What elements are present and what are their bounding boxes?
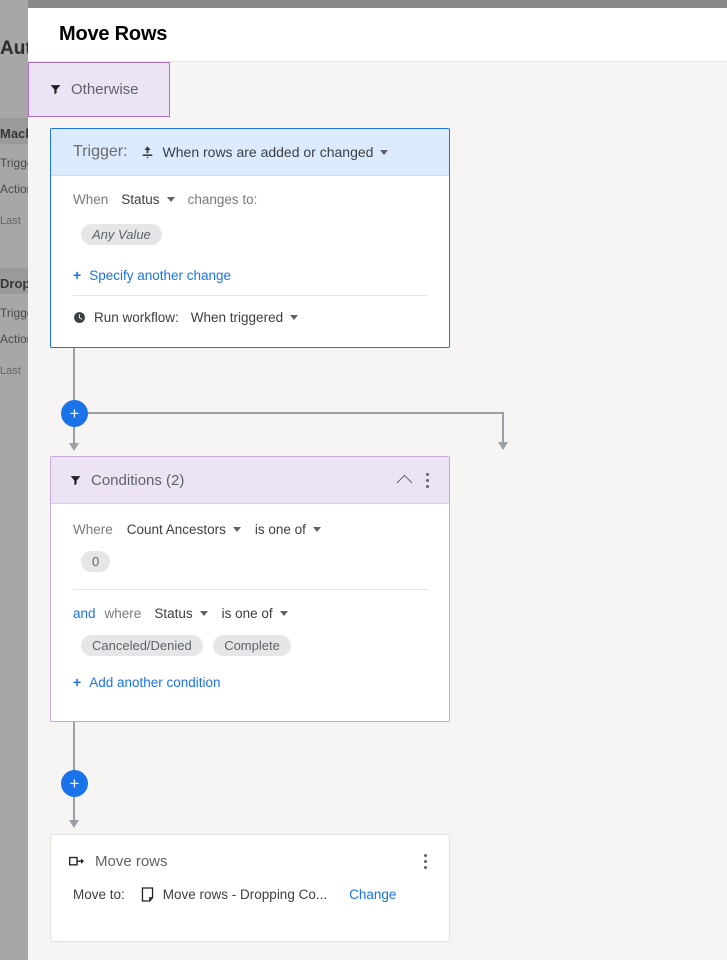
trigger-value-chip[interactable]: Any Value (81, 224, 162, 245)
conditions-card: Conditions (2) Where Count Ancestors is … (50, 456, 450, 722)
chevron-down-icon[interactable] (279, 611, 288, 616)
move-rows-title-group: Move rows (69, 853, 168, 870)
workflow-canvas: Trigger: When rows are added or changed … (28, 62, 727, 960)
plus-icon: + (73, 267, 82, 283)
trigger-card-header: Trigger: When rows are added or changed (51, 129, 449, 176)
connector-action-stub (73, 797, 75, 822)
change-target-link[interactable]: Change (349, 887, 396, 902)
otherwise-card[interactable]: Otherwise (28, 62, 170, 117)
condition-1-field-select[interactable]: Count Ancestors (127, 522, 226, 537)
arrow-head-otherwise (498, 442, 508, 450)
conditions-divider (73, 589, 427, 590)
kebab-menu-icon[interactable] (426, 472, 429, 488)
condition-2-conjunction[interactable]: and (73, 606, 96, 621)
trigger-divider (73, 295, 427, 296)
condition-2-chip-0[interactable]: Canceled/Denied (81, 635, 203, 656)
filter-icon (69, 474, 82, 487)
chevron-down-icon[interactable] (199, 611, 208, 616)
connector-branch-horizontal (88, 412, 504, 414)
window-top-strip (28, 0, 727, 8)
trigger-field-select[interactable]: Status (121, 192, 159, 207)
specify-another-change-label: Specify another change (89, 267, 232, 283)
chevron-down-icon[interactable] (312, 527, 321, 532)
run-workflow-label: Run workflow: (94, 310, 179, 325)
move-rows-modal: Move Rows Trigger: When rows are added o… (28, 8, 727, 960)
condition-1-chip-0[interactable]: 0 (81, 551, 111, 572)
add-another-condition-label: Add another condition (89, 674, 221, 690)
trigger-card-body: When Status changes to: Any Value + Spec… (51, 176, 449, 341)
page-title: Move Rows (59, 23, 168, 45)
arrow-head-conditions (68, 443, 79, 451)
move-out-icon (69, 855, 85, 868)
plus-icon: + (73, 674, 82, 690)
add-step-glyph-2: + (69, 774, 80, 793)
move-rows-action-card: Move rows Move to: Move rows - Dropping … (50, 834, 450, 942)
condition-1-operator-select[interactable]: is one of (255, 522, 306, 537)
condition-2-prefix: where (104, 606, 142, 621)
conditions-header-actions (396, 472, 435, 490)
condition-1-prefix: Where (73, 522, 113, 537)
connector-branch-right-down (502, 412, 504, 444)
move-to-target: Move rows - Dropping Co... (162, 887, 328, 902)
chevron-down-icon[interactable] (290, 315, 299, 320)
specify-another-change-link[interactable]: + Specify another change (73, 267, 427, 283)
changes-to-label: changes to: (187, 192, 258, 207)
when-label: When (73, 192, 109, 207)
chevron-down-icon[interactable] (380, 149, 389, 155)
condition-2-field-select[interactable]: Status (154, 606, 192, 621)
page-icon (141, 887, 154, 902)
trigger-card: Trigger: When rows are added or changed … (50, 128, 450, 348)
move-rows-title: Move rows (95, 852, 168, 870)
conditions-card-header[interactable]: Conditions (2) (51, 457, 449, 504)
clock-icon (73, 311, 86, 324)
move-to-label: Move to: (73, 887, 125, 902)
otherwise-label: Otherwise (71, 81, 139, 98)
condition-2-operator-select[interactable]: is one of (222, 606, 273, 621)
add-step-glyph-1: + (69, 404, 80, 423)
modal-scrim-overlay[interactable] (0, 0, 28, 960)
arrow-head-action (68, 820, 79, 828)
chevron-down-icon[interactable] (232, 527, 241, 532)
move-rows-card-header: Move rows (51, 835, 449, 887)
kebab-menu-icon[interactable] (424, 853, 427, 869)
add-another-condition-link[interactable]: + Add another condition (73, 674, 427, 690)
run-workflow-select[interactable]: When triggered (191, 310, 283, 325)
conditions-card-body: Where Count Ancestors is one of 0 and wh… (51, 504, 449, 706)
publish-icon (140, 145, 155, 160)
trigger-value[interactable]: When rows are added or changed (163, 144, 374, 160)
chevron-up-icon[interactable] (396, 474, 413, 490)
add-step-button-1[interactable]: + (61, 400, 88, 427)
move-rows-card-body: Move to: Move rows - Dropping Co... Chan… (51, 887, 449, 902)
conditions-title: Conditions (2) (91, 471, 185, 489)
add-step-button-2[interactable]: + (61, 770, 88, 797)
connector-trigger-to-branch (73, 348, 75, 408)
trigger-label: Trigger: (73, 143, 128, 160)
modal-header: Move Rows (28, 8, 727, 62)
conditions-title-group: Conditions (2) (69, 472, 184, 489)
condition-2-chip-1[interactable]: Complete (213, 635, 291, 656)
filter-icon (49, 83, 62, 96)
chevron-down-icon[interactable] (166, 197, 175, 202)
